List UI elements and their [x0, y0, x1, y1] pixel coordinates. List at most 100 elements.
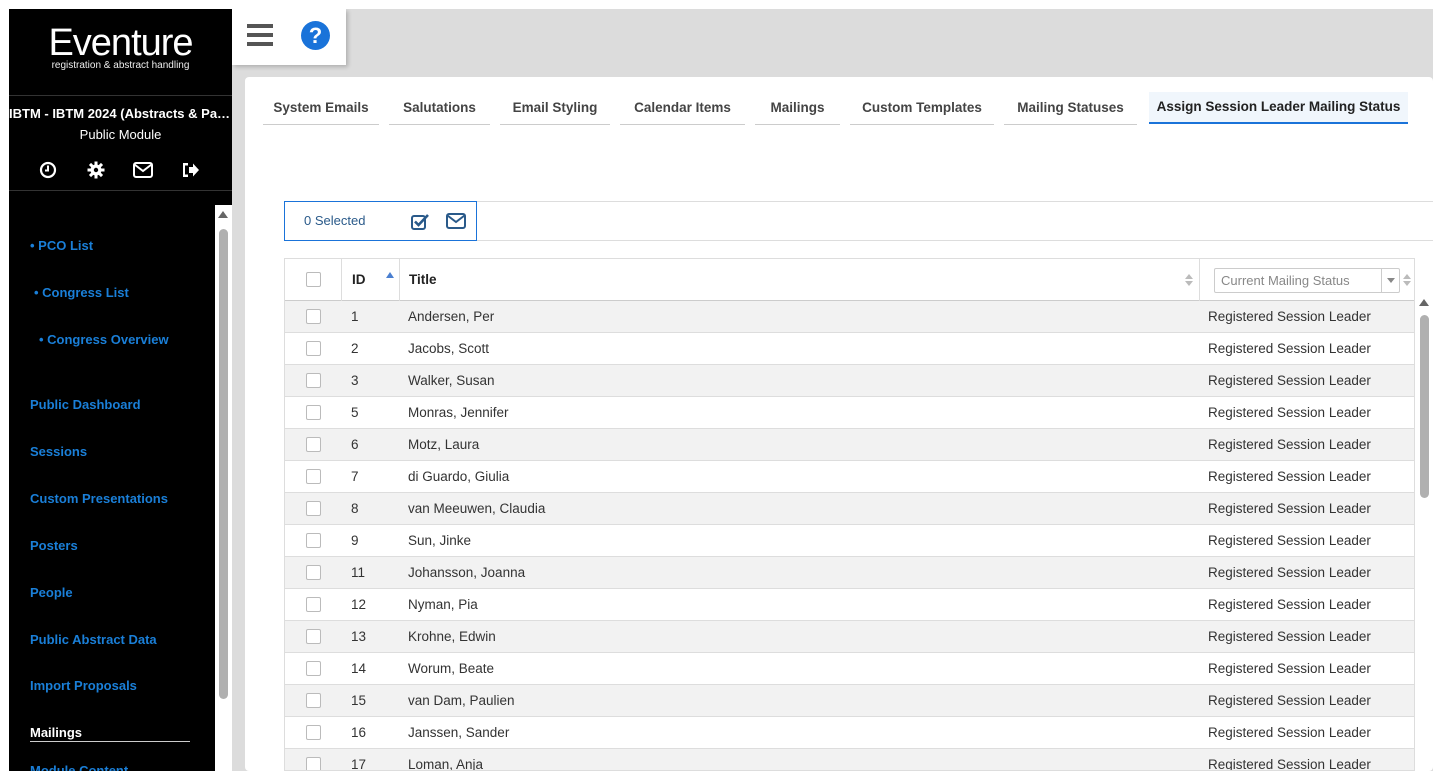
- table-row[interactable]: 12 Nyman, Pia Registered Session Leader: [285, 589, 1414, 621]
- nav-item-posters[interactable]: Posters: [30, 538, 78, 553]
- nav-item-import-proposals[interactable]: Import Proposals: [30, 678, 137, 693]
- mailing-status-filter[interactable]: Current Mailing Status: [1214, 268, 1400, 293]
- grid-scrollbar[interactable]: [1419, 293, 1431, 763]
- cell-title: Worum, Beate: [408, 661, 495, 676]
- nav-item-custom-presentations[interactable]: Custom Presentations: [30, 491, 168, 506]
- row-checkbox[interactable]: [306, 469, 321, 484]
- table-row[interactable]: 9 Sun, Jinke Registered Session Leader: [285, 525, 1414, 557]
- nav-item-sessions[interactable]: Sessions: [30, 444, 87, 459]
- app-window: Eventure registration & abstract handlin…: [9, 9, 1433, 771]
- tab-salutations[interactable]: Salutations: [389, 93, 490, 125]
- tab-mailing-statuses[interactable]: Mailing Statuses: [1004, 93, 1137, 125]
- scrollbar-thumb[interactable]: [1420, 315, 1429, 498]
- chevron-down-icon[interactable]: [1381, 269, 1399, 292]
- row-checkbox[interactable]: [306, 501, 321, 516]
- row-checkbox[interactable]: [306, 533, 321, 548]
- tab-custom-templates[interactable]: Custom Templates: [850, 93, 994, 125]
- sidebar-nav: • PCO List • Congress List • Congress Ov…: [9, 205, 215, 771]
- cell-title: Nyman, Pia: [408, 597, 478, 612]
- column-header-title[interactable]: Title: [409, 259, 437, 301]
- nav-item-module-content[interactable]: Module Content: [30, 763, 128, 771]
- tab-calendar-items[interactable]: Calendar Items: [620, 93, 745, 125]
- top-toolbar: ?: [232, 9, 346, 65]
- tab-assign-session-leader-mailing-status[interactable]: Assign Session Leader Mailing Status: [1149, 92, 1408, 124]
- cell-id: 7: [351, 469, 359, 484]
- hamburger-menu-icon[interactable]: [247, 24, 273, 46]
- sign-out-icon[interactable]: [178, 158, 202, 182]
- sort-icon[interactable]: [1185, 274, 1193, 286]
- table-row[interactable]: 7 di Guardo, Giulia Registered Session Lea…: [285, 461, 1414, 493]
- column-header-id[interactable]: ID: [352, 259, 366, 301]
- table-row[interactable]: 1 Andersen, Per Registered Session Leader: [285, 301, 1414, 333]
- cell-status: Registered Session Leader: [1208, 757, 1371, 771]
- row-checkbox[interactable]: [306, 757, 321, 770]
- row-checkbox[interactable]: [306, 629, 321, 644]
- filter-placeholder: Current Mailing Status: [1221, 273, 1350, 288]
- gear-icon[interactable]: [84, 158, 108, 182]
- table-row[interactable]: 15 van Dam, Paulien Registered Session Lea…: [285, 685, 1414, 717]
- row-checkbox[interactable]: [306, 661, 321, 676]
- check-all-icon[interactable]: [410, 211, 430, 231]
- cell-title: Andersen, Per: [408, 309, 495, 324]
- logo: Eventure registration & abstract handlin…: [9, 23, 232, 71]
- cell-status: Registered Session Leader: [1208, 725, 1371, 740]
- cell-status: Registered Session Leader: [1208, 693, 1371, 708]
- tab-system-emails[interactable]: System Emails: [263, 93, 379, 125]
- nav-item-public-abstract-data[interactable]: Public Abstract Data: [30, 632, 157, 647]
- row-checkbox[interactable]: [306, 405, 321, 420]
- cell-id: 6: [351, 437, 359, 452]
- table-row[interactable]: 3 Walker, Susan Registered Session Leader: [285, 365, 1414, 397]
- sidebar-divider: [9, 190, 232, 191]
- select-all-checkbox[interactable]: [306, 272, 321, 287]
- nav-item-mailings[interactable]: Mailings: [30, 725, 82, 740]
- sort-icon[interactable]: [1403, 274, 1411, 286]
- nav-item-pco-list[interactable]: • PCO List: [30, 238, 93, 253]
- row-checkbox[interactable]: [306, 725, 321, 740]
- cell-status: Registered Session Leader: [1208, 661, 1371, 676]
- table-row[interactable]: 11 Johansson, Joanna Registered Session Le…: [285, 557, 1414, 589]
- nav-item-congress-list[interactable]: • Congress List: [34, 285, 129, 300]
- brand-tagline: registration & abstract handling: [51, 60, 190, 71]
- table-row[interactable]: 13 Krohne, Edwin Registered Session Leader: [285, 621, 1414, 653]
- nav-item-public-dashboard[interactable]: Public Dashboard: [30, 397, 141, 412]
- row-checkbox[interactable]: [306, 437, 321, 452]
- table-row[interactable]: 5 Monras, Jennifer Registered Session Lead…: [285, 397, 1414, 429]
- sidebar: Eventure registration & abstract handlin…: [9, 9, 232, 771]
- table-row[interactable]: 2 Jacobs, Scott Registered Session Leader: [285, 333, 1414, 365]
- sidebar-scrollbar[interactable]: [215, 205, 232, 771]
- row-checkbox[interactable]: [306, 373, 321, 388]
- row-checkbox[interactable]: [306, 597, 321, 612]
- cell-status: Registered Session Leader: [1208, 405, 1371, 420]
- row-checkbox[interactable]: [306, 341, 321, 356]
- sidebar-icon-bar: [9, 158, 232, 182]
- nav-item-congress-overview[interactable]: • Congress Overview: [39, 332, 169, 347]
- envelope-icon[interactable]: [131, 158, 155, 182]
- row-checkbox[interactable]: [306, 565, 321, 580]
- cell-id: 9: [351, 533, 359, 548]
- table-row[interactable]: 16 Janssen, Sander Registered Session Lead…: [285, 717, 1414, 749]
- cell-id: 5: [351, 405, 359, 420]
- event-subtitle: Public Module: [79, 127, 162, 142]
- row-checkbox[interactable]: [306, 309, 321, 324]
- brand-name: Eventure: [48, 22, 193, 64]
- main-panel: System Emails Salutations Email Styling …: [245, 77, 1433, 771]
- cell-id: 12: [351, 597, 367, 612]
- clock-icon[interactable]: [36, 158, 60, 182]
- grid-toolbar: 0 Selected: [284, 201, 1433, 241]
- tab-mailings[interactable]: Mailings: [755, 93, 840, 125]
- table-row[interactable]: 6 Motz, Laura Registered Session Leader: [285, 429, 1414, 461]
- grid-body: 1 Andersen, Per Registered Session Leader 2…: [285, 301, 1414, 771]
- nav-item-people[interactable]: People: [30, 585, 73, 600]
- send-mail-icon[interactable]: [446, 211, 466, 231]
- cell-title: Sun, Jinke: [408, 533, 472, 548]
- help-icon[interactable]: ?: [301, 21, 330, 50]
- cell-status: Registered Session Leader: [1208, 373, 1371, 388]
- scroll-up-arrow-icon[interactable]: [218, 211, 228, 218]
- table-row[interactable]: 14 Worum, Beate Registered Session Leader: [285, 653, 1414, 685]
- table-row[interactable]: 17 Loman, Anja Registered Session Leader: [285, 749, 1414, 771]
- scroll-up-arrow-icon[interactable]: [1419, 299, 1429, 306]
- row-checkbox[interactable]: [306, 693, 321, 708]
- table-row[interactable]: 8 van Meeuwen, Claudia Registered Session …: [285, 493, 1414, 525]
- scrollbar-thumb[interactable]: [219, 229, 228, 699]
- tab-email-styling[interactable]: Email Styling: [500, 93, 610, 125]
